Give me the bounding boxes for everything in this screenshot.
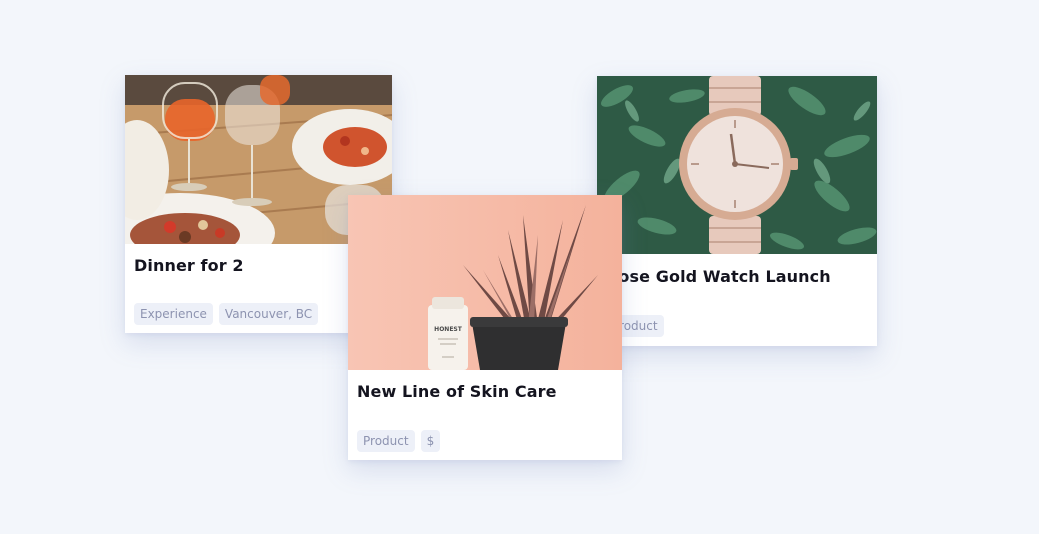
tag[interactable]: Experience [134, 303, 213, 325]
tag[interactable]: $ [420, 430, 441, 452]
skin-care-photo: HONEST [348, 195, 622, 370]
skin-care-card[interactable]: HONEST New Line of Skin Care Product $ [348, 195, 622, 460]
tag-list: Product $ [357, 430, 441, 452]
card-title: Rose Gold Watch Launch [606, 267, 831, 286]
watch-card[interactable]: Rose Gold Watch Launch Product [597, 76, 877, 346]
product-brand-text: HONEST [434, 326, 463, 333]
watch-photo [597, 76, 877, 254]
tag-list: Experience Vancouver, BC [134, 303, 319, 325]
card-title: New Line of Skin Care [357, 382, 557, 401]
tag[interactable]: Vancouver, BC [218, 303, 319, 325]
tag[interactable]: Product [357, 430, 415, 452]
card-title: Dinner for 2 [134, 256, 244, 275]
